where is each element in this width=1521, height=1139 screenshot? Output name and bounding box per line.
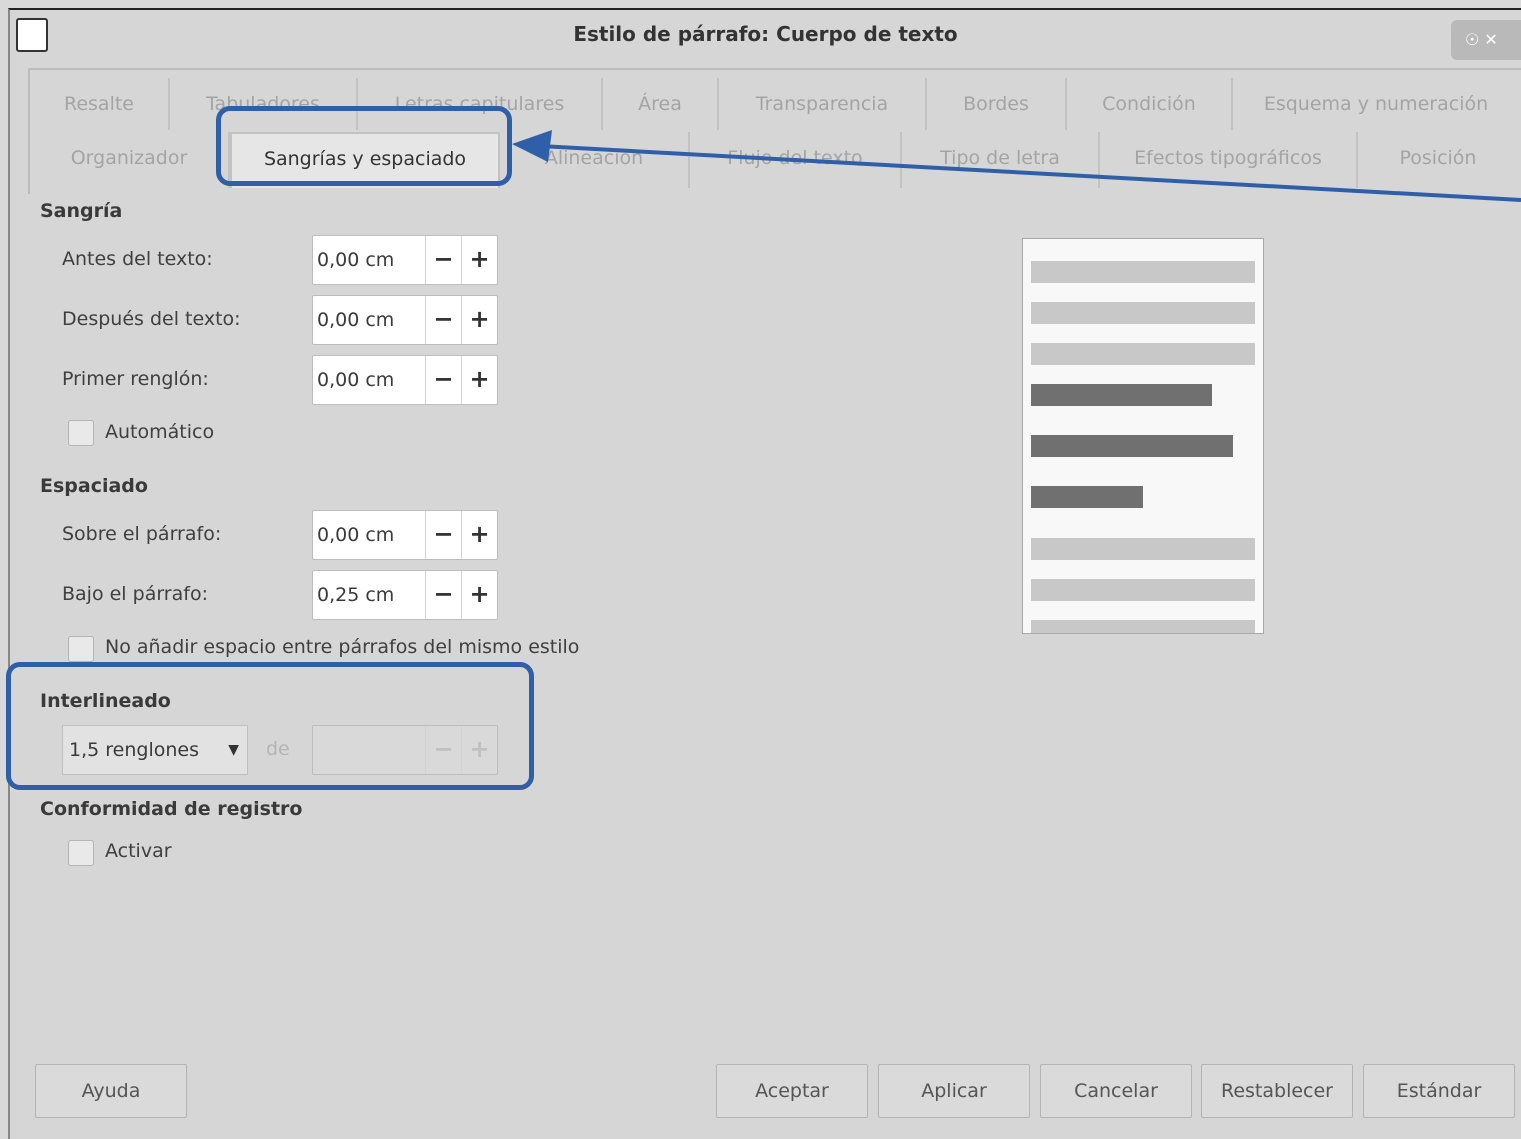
primer-renglon-value[interactable]: 0,00 cm <box>313 356 425 404</box>
aceptar-button[interactable]: Aceptar <box>716 1064 868 1118</box>
preview-line <box>1031 620 1255 633</box>
preview-line <box>1031 302 1255 324</box>
tab-alineacion[interactable]: Alineación <box>500 132 690 188</box>
tab-condicion[interactable]: Condición <box>1067 78 1233 130</box>
sangria-heading: Sangría <box>40 200 123 222</box>
highlight-tab-box <box>216 106 512 186</box>
sobre-parrafo-label: Sobre el párrafo: <box>62 523 222 545</box>
primer-renglon-spinner[interactable]: 0,00 cm − + <box>312 355 498 405</box>
automatico-checkbox[interactable] <box>68 420 94 446</box>
bajo-parrafo-value[interactable]: 0,25 cm <box>313 571 425 619</box>
espaciado-heading: Espaciado <box>40 475 148 497</box>
antes-texto-minus-button[interactable]: − <box>425 236 461 284</box>
tab-efectos-tipograficos[interactable]: Efectos tipográficos <box>1100 132 1358 188</box>
preview-line <box>1031 538 1255 560</box>
paragraph-preview <box>1022 238 1264 634</box>
estandar-button[interactable]: Estándar <box>1363 1064 1515 1118</box>
restablecer-button[interactable]: Restablecer <box>1201 1064 1353 1118</box>
aplicar-button[interactable]: Aplicar <box>878 1064 1030 1118</box>
preview-line <box>1031 435 1233 457</box>
bajo-parrafo-minus-button[interactable]: − <box>425 571 461 619</box>
primer-renglon-label: Primer renglón: <box>62 368 209 390</box>
activar-label: Activar <box>105 840 172 862</box>
sobre-parrafo-plus-button[interactable]: + <box>461 511 497 559</box>
despues-texto-spinner[interactable]: 0,00 cm − + <box>312 295 498 345</box>
tab-flujo-texto[interactable]: Flujo del texto <box>690 132 902 188</box>
tab-tipo-letra[interactable]: Tipo de letra <box>902 132 1100 188</box>
ayuda-button[interactable]: Ayuda <box>35 1064 187 1118</box>
preview-line <box>1031 384 1212 406</box>
antes-texto-value[interactable]: 0,00 cm <box>313 236 425 284</box>
automatico-label: Automático <box>105 421 215 443</box>
preview-line <box>1031 486 1143 508</box>
antes-texto-spinner[interactable]: 0,00 cm − + <box>312 235 498 285</box>
primer-renglon-minus-button[interactable]: − <box>425 356 461 404</box>
sobre-parrafo-spinner[interactable]: 0,00 cm − + <box>312 510 498 560</box>
activar-checkbox[interactable] <box>68 840 94 866</box>
bajo-parrafo-spinner[interactable]: 0,25 cm − + <box>312 570 498 620</box>
tab-area[interactable]: Área <box>603 78 719 130</box>
tab-posicion[interactable]: Posición <box>1358 132 1518 188</box>
window-title: Estilo de párrafo: Cuerpo de texto <box>573 22 958 46</box>
cancelar-button[interactable]: Cancelar <box>1040 1064 1192 1118</box>
despues-texto-minus-button[interactable]: − <box>425 296 461 344</box>
tab-resalte[interactable]: Resalte <box>30 78 170 130</box>
title-bar: Estilo de párrafo: Cuerpo de texto ☉ ✕ <box>10 10 1521 62</box>
conformidad-heading: Conformidad de registro <box>40 798 303 820</box>
bajo-parrafo-label: Bajo el párrafo: <box>62 583 208 605</box>
preview-line <box>1031 261 1255 283</box>
despues-texto-label: Después del texto: <box>62 308 241 330</box>
sobre-parrafo-minus-button[interactable]: − <box>425 511 461 559</box>
bajo-parrafo-plus-button[interactable]: + <box>461 571 497 619</box>
preview-line <box>1031 579 1255 601</box>
tab-organizador[interactable]: Organizador <box>30 132 230 188</box>
tab-transparencia[interactable]: Transparencia <box>719 78 927 130</box>
tab-esquema-numeracion[interactable]: Esquema y numeración <box>1233 78 1519 130</box>
despues-texto-plus-button[interactable]: + <box>461 296 497 344</box>
no-anadir-espacio-checkbox[interactable] <box>68 636 94 662</box>
preview-line <box>1031 343 1255 365</box>
antes-texto-label: Antes del texto: <box>62 248 213 270</box>
despues-texto-value[interactable]: 0,00 cm <box>313 296 425 344</box>
tab-bordes[interactable]: Bordes <box>927 78 1067 130</box>
antes-texto-plus-button[interactable]: + <box>461 236 497 284</box>
no-anadir-espacio-label: No añadir espacio entre párrafos del mis… <box>105 636 580 658</box>
window-controls[interactable]: ☉ ✕ <box>1451 20 1521 60</box>
highlight-interlineado-box <box>6 662 534 790</box>
sobre-parrafo-value[interactable]: 0,00 cm <box>313 511 425 559</box>
primer-renglon-plus-button[interactable]: + <box>461 356 497 404</box>
